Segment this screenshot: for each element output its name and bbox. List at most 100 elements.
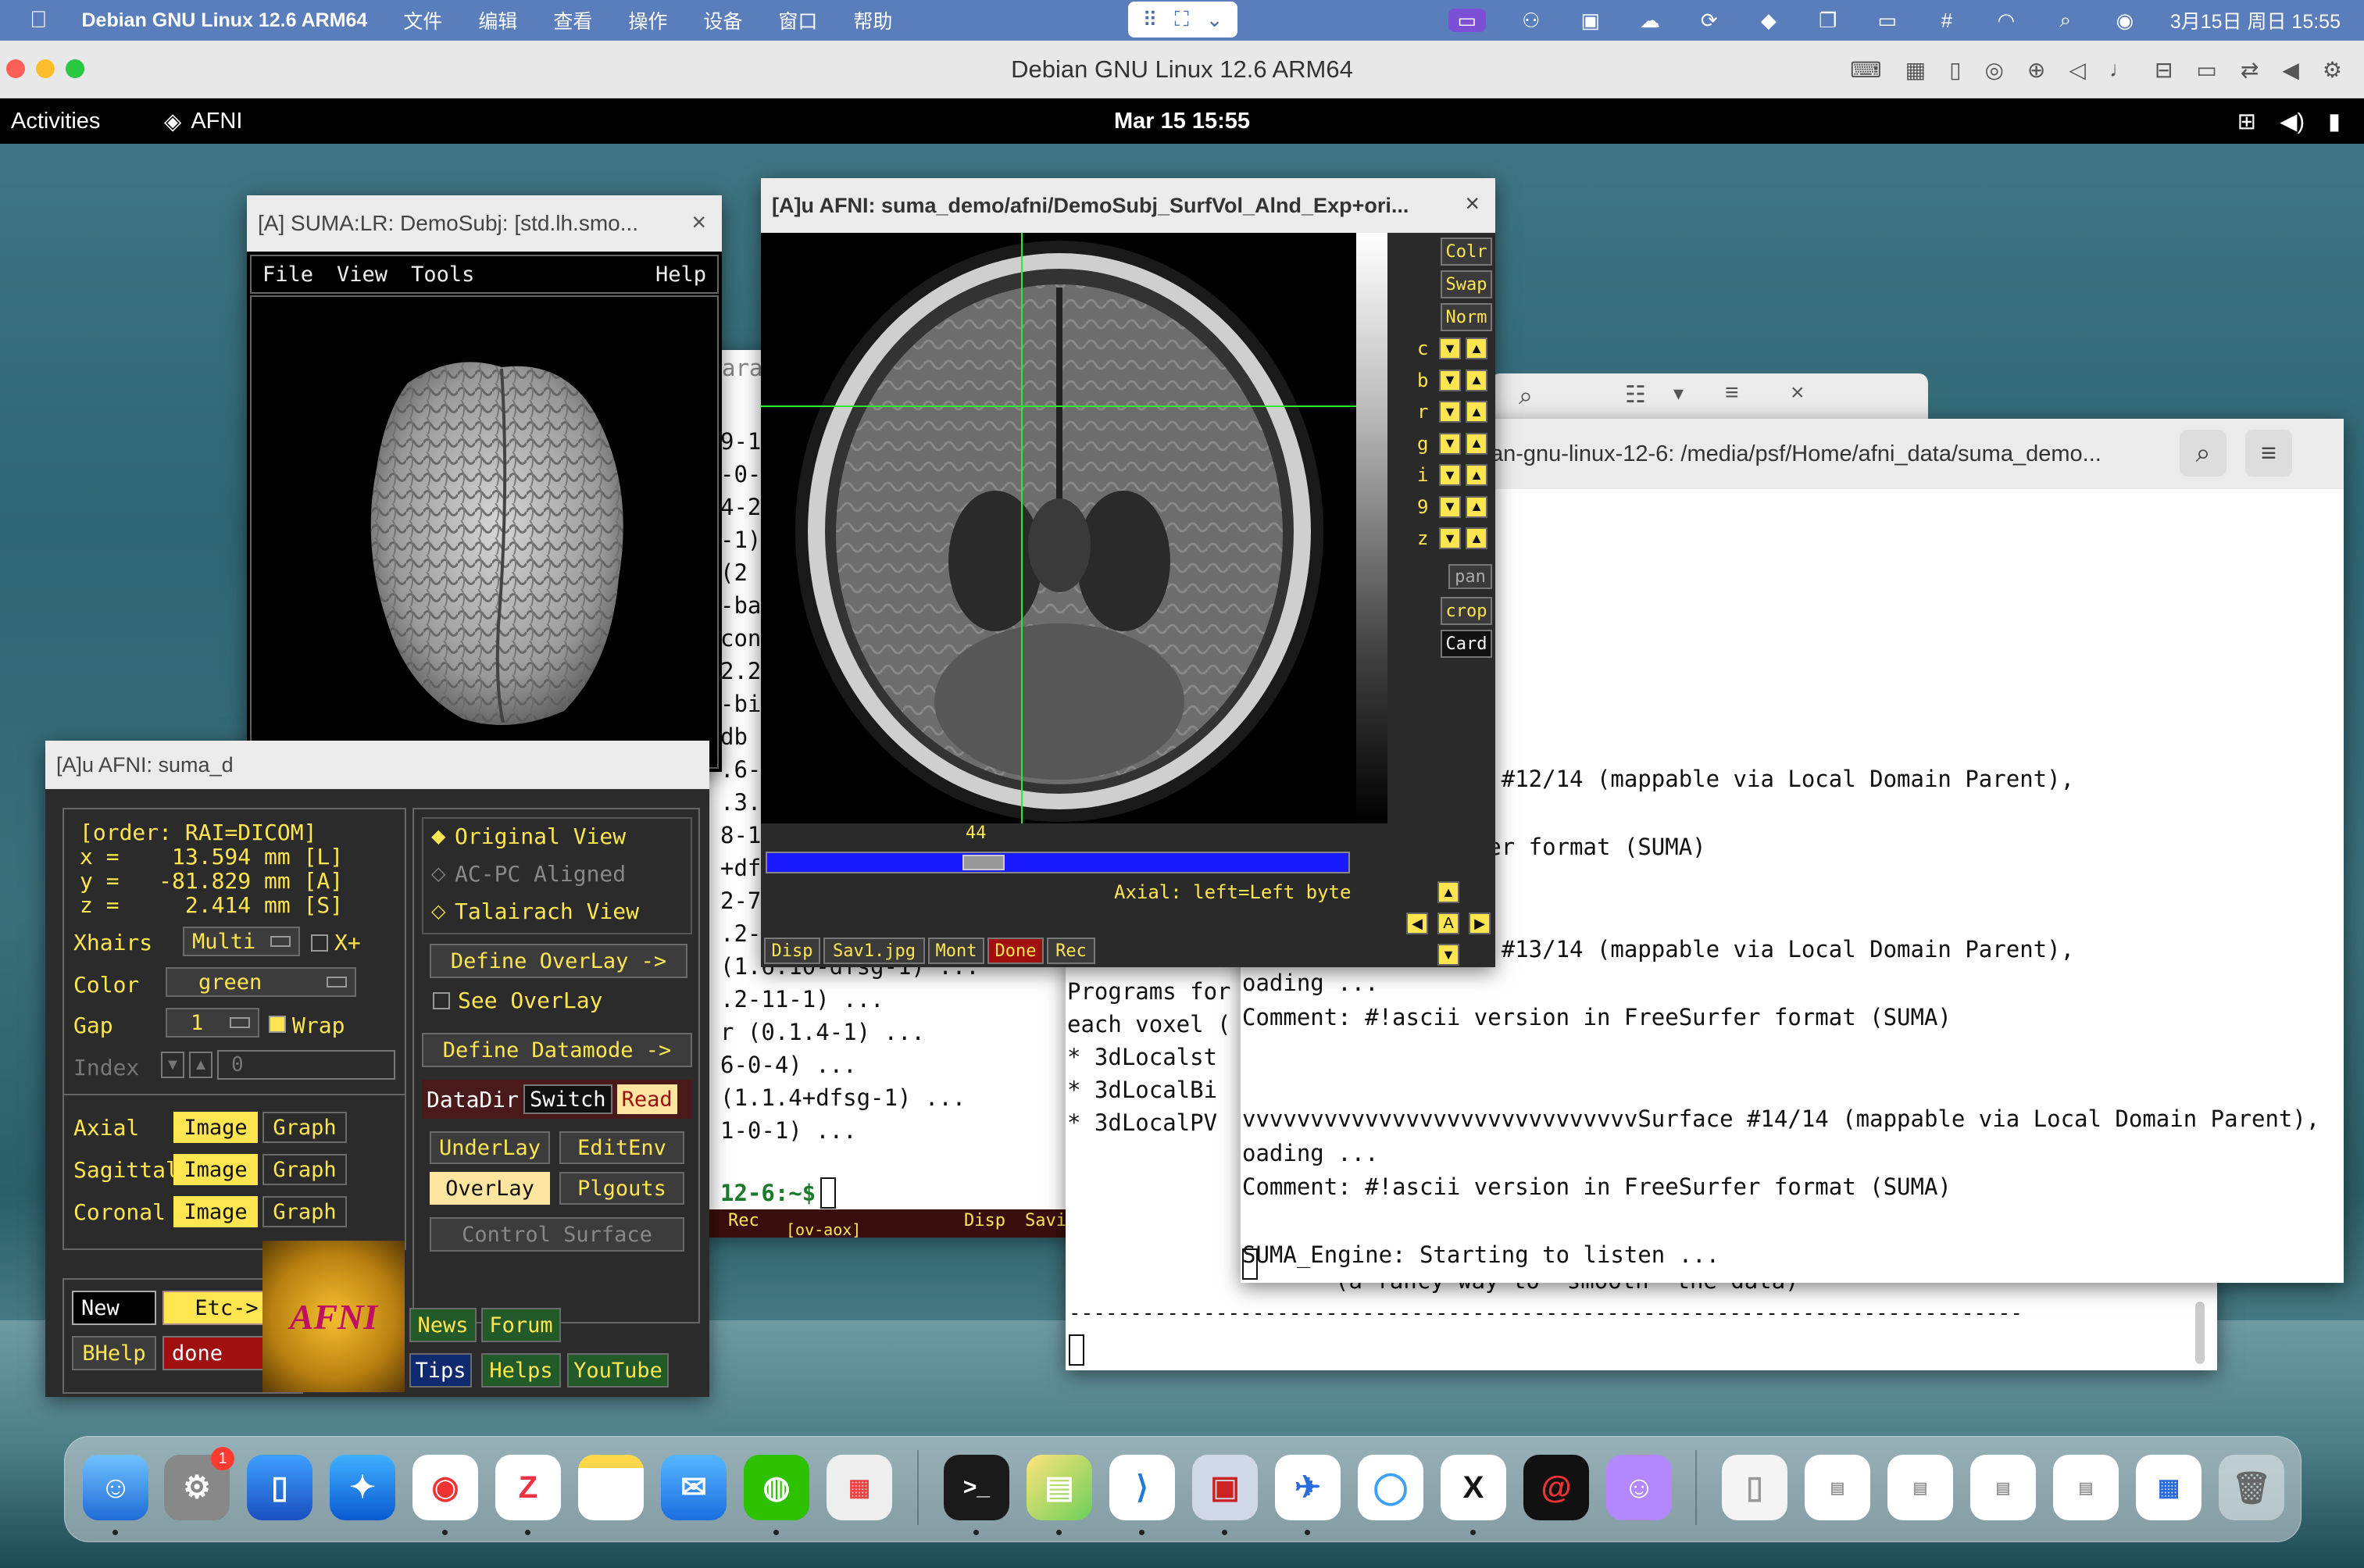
coronal-image-button[interactable]: Image [173, 1196, 258, 1227]
sync-app-icon[interactable]: ◯ [1358, 1455, 1423, 1520]
xhairs-select[interactable]: Multi [183, 927, 300, 956]
help-scrollbar[interactable] [2195, 1302, 2205, 1364]
menu-icon[interactable]: ≡ [1725, 380, 1739, 406]
hidden-savi-button[interactable]: Savi [1025, 1211, 1066, 1230]
talairach-option[interactable]: Talairach View [455, 898, 639, 924]
microphone-icon[interactable]: ♩ [2109, 57, 2131, 82]
cat-icon[interactable]: ◆ [1755, 9, 1783, 32]
window-icon[interactable]: ❐ [1814, 9, 1842, 32]
launchpad-icon[interactable]: ▦ [827, 1455, 892, 1520]
arrow-down-icon[interactable]: ▼ [1439, 338, 1461, 360]
mont-button[interactable]: Mont [928, 938, 984, 964]
volume-icon[interactable]: ◀) [2280, 108, 2305, 135]
screen-share-icon[interactable]: ▭ [1448, 9, 1486, 32]
sagittal-graph-button[interactable]: Graph [262, 1154, 347, 1185]
original-view-option[interactable]: Original View [455, 823, 626, 849]
terminal-icon[interactable]: >_ [944, 1455, 1009, 1520]
menu-edit[interactable]: 编辑 [478, 6, 517, 34]
grip-icon[interactable]: ⠿ [1142, 8, 1157, 32]
arrow-up-icon[interactable]: ▲ [1466, 401, 1487, 423]
afni-image-viewer-window[interactable]: [A]u AFNI: suma_demo/afni/DemoSubj_SurfV… [761, 178, 1495, 967]
done-button[interactable]: Done [987, 938, 1044, 964]
arrow-down-icon[interactable]: ▼ [1437, 944, 1459, 966]
disp-button[interactable]: Disp [764, 938, 820, 964]
read-button[interactable]: Read [616, 1084, 677, 1114]
minimized-window-2[interactable]: ▤ [1887, 1455, 1953, 1520]
news-button[interactable]: News [409, 1308, 477, 1342]
control-surface-button[interactable]: Control Surface [430, 1217, 684, 1252]
network-wired-icon[interactable]: ⊞ [2237, 108, 2256, 135]
iphone-mirroring-icon[interactable]: ▯ [247, 1455, 312, 1520]
arrow-up-icon[interactable]: ▲ [1437, 881, 1459, 903]
close-icon[interactable]: × [691, 208, 706, 237]
chevron-down-icon[interactable]: ▾ [1673, 381, 1684, 405]
arrow-up-icon[interactable]: ▲ [1466, 432, 1487, 455]
crop-button[interactable]: crop [1441, 597, 1492, 625]
terminal-left-prompt-row[interactable]: 12-6:~$ [720, 1177, 837, 1209]
index-field[interactable]: 0 [217, 1050, 395, 1080]
arrow-down-icon[interactable]: ▼ [1439, 464, 1461, 487]
coronal-graph-button[interactable]: Graph [262, 1196, 347, 1227]
bhelp-button[interactable]: BHelp [72, 1336, 156, 1370]
zotero-icon[interactable]: Z [495, 1455, 561, 1520]
list-icon[interactable]: ☷ [1625, 381, 1646, 409]
calendar-grid-icon[interactable]: ▦ [2136, 1455, 2202, 1520]
search-icon[interactable]: ⌕ [1519, 381, 1533, 411]
arrow-up-icon[interactable]: ▲ [1466, 369, 1487, 391]
trash-icon[interactable]: 🗑 [2219, 1455, 2284, 1520]
menu-action[interactable]: 操作 [628, 6, 667, 34]
sagittal-image-button[interactable]: Image [173, 1154, 258, 1185]
overlay-button[interactable]: OverLay [430, 1172, 550, 1205]
arrow-up-icon[interactable]: ▲ [1466, 527, 1487, 550]
afni-controller-window[interactable]: [A]u AFNI: suma_d [order: RAI=DICOM] x = … [45, 741, 709, 1397]
chevron-down-icon[interactable]: ⌄ [1206, 8, 1223, 32]
keyboard-icon[interactable]: ⌨ [1850, 57, 1881, 83]
wechat-icon[interactable]: ◍ [744, 1455, 809, 1520]
arrow-right-icon[interactable]: ▶ [1469, 913, 1491, 934]
hidden-disp-button[interactable]: Disp [964, 1211, 1005, 1230]
power-icon[interactable]: ▮ [2328, 108, 2341, 135]
cloud-icon[interactable]: ☁ [1636, 9, 1664, 32]
arrow-down-icon[interactable]: ▼ [1439, 495, 1461, 518]
vm-toolbar-handle[interactable]: ⠿ ⛶ ⌄ [1128, 2, 1237, 38]
play-icon[interactable]: ◀ [2282, 57, 2299, 83]
binoculars-icon[interactable]: ⚇ [1517, 9, 1545, 32]
safari-icon[interactable]: ✦ [330, 1455, 395, 1520]
index-down-icon[interactable]: ▼ [161, 1052, 184, 1078]
rec-button[interactable]: Rec [1047, 938, 1095, 964]
forum-button[interactable]: Forum [481, 1308, 561, 1342]
parallels-icon[interactable]: ▣ [1192, 1455, 1258, 1520]
xquartz-icon[interactable]: X [1441, 1455, 1506, 1520]
monitor-icon[interactable]: ▣ [1577, 9, 1605, 32]
minimized-window-4[interactable]: ▤ [2053, 1455, 2119, 1520]
menu-window[interactable]: 窗口 [778, 6, 817, 34]
suma-menu-file[interactable]: File [262, 263, 313, 287]
save-jpg-button[interactable]: Sav1.jpg [823, 938, 925, 964]
arrow-up-icon[interactable]: ▲ [1466, 464, 1487, 487]
norm-button[interactable]: Norm [1441, 303, 1492, 331]
slice-slider-thumb[interactable] [962, 855, 1005, 870]
wrap-checkbox[interactable] [269, 1016, 286, 1033]
arrow-down-icon[interactable]: ▼ [1439, 369, 1461, 391]
axial-graph-button[interactable]: Graph [262, 1112, 347, 1143]
arrow-down-icon[interactable]: ▼ [1439, 527, 1461, 550]
document-icon[interactable]: ▯ [1722, 1455, 1787, 1520]
minimized-window-3[interactable]: ▤ [1970, 1455, 2036, 1520]
youtube-button[interactable]: YouTube [567, 1353, 669, 1388]
disc-icon[interactable]: ◎ [1984, 57, 2003, 83]
notes-icon[interactable] [578, 1455, 644, 1520]
define-overlay-button[interactable]: Define OverLay -> [430, 944, 687, 978]
suma-viewport[interactable] [250, 295, 719, 769]
suma-menu-view[interactable]: View [337, 263, 387, 287]
menu-icon[interactable]: ≡ [2245, 430, 2292, 477]
cpu-icon[interactable]: ▦ [1905, 57, 1926, 83]
menu-help[interactable]: 帮助 [853, 6, 892, 34]
suma-menu-tools[interactable]: Tools [411, 263, 474, 287]
arrow-up-icon[interactable]: ▲ [1466, 495, 1487, 518]
suma-window[interactable]: [A] SUMA:LR: DemoSubj: [std.lh.smo... × … [247, 195, 722, 772]
menu-view[interactable]: 查看 [553, 6, 592, 34]
menu-app-name[interactable]: Debian GNU Linux 12.6 ARM64 [82, 9, 368, 32]
index-up-icon[interactable]: ▲ [189, 1052, 212, 1078]
suma-menu-help[interactable]: Help [655, 263, 706, 287]
axial-image-button[interactable]: Image [173, 1112, 258, 1143]
